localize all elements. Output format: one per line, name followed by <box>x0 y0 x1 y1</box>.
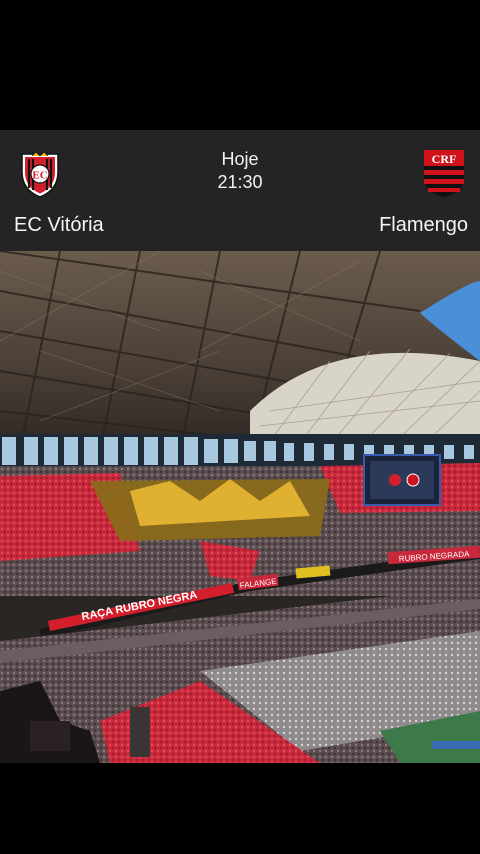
match-time: 21:30 <box>217 172 263 192</box>
kickoff-info: Hoje 21:30 <box>190 148 290 193</box>
match-day: Hoje <box>221 149 259 169</box>
flamengo-crest-icon: CRF <box>422 148 466 198</box>
bottom-black-area <box>0 763 480 854</box>
ec-vitoria-crest-icon: EC <box>18 150 62 200</box>
top-black-area <box>0 0 480 130</box>
svg-text:CRF: CRF <box>432 152 457 166</box>
stadium-photo[interactable]: RAÇA RUBRO NEGRA FALANGE RUBRO NEGRADA <box>0 251 480 763</box>
match-card[interactable]: EC Hoje 21:30 CRF EC Vitória Flamengo <box>0 130 480 251</box>
svg-text:EC: EC <box>32 170 47 182</box>
away-team-name: Flamengo <box>379 214 468 236</box>
home-team-name: EC Vitória <box>14 214 104 236</box>
